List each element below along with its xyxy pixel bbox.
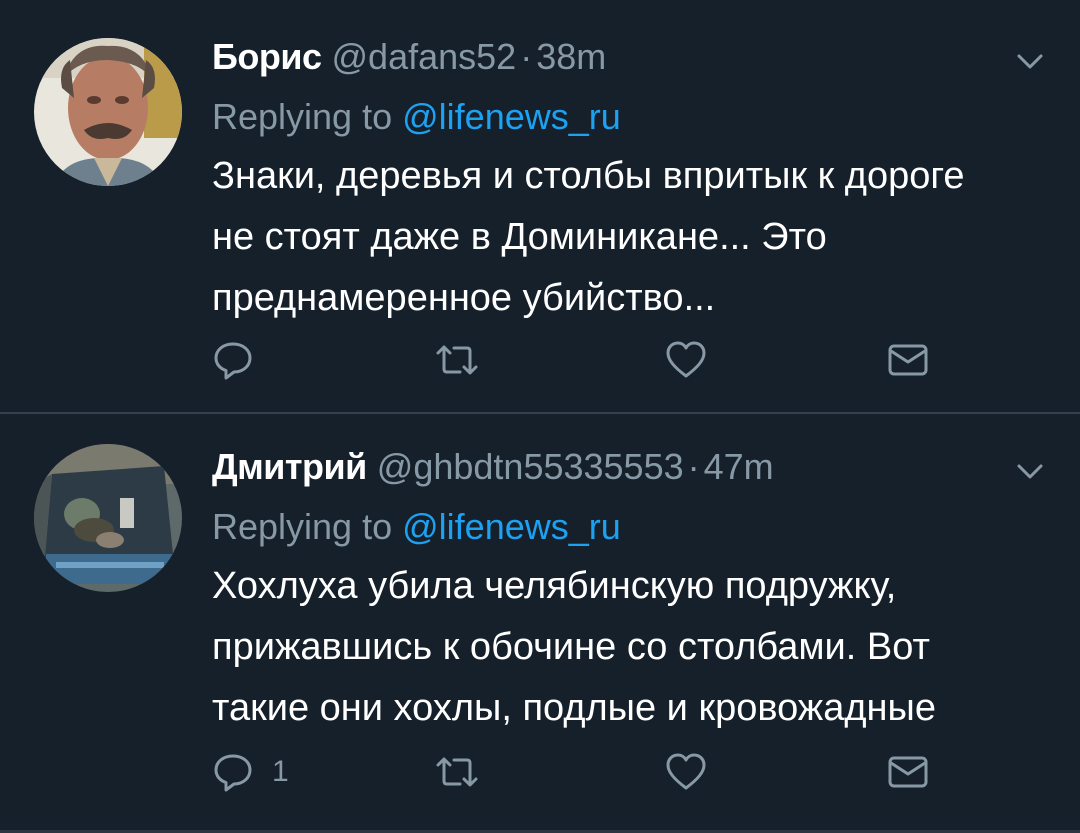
- author-name[interactable]: Борис: [212, 36, 322, 77]
- envelope-icon: [888, 344, 928, 376]
- separator-dot: ·: [687, 446, 700, 487]
- replying-label: Replying to: [212, 506, 393, 547]
- tweet-text-line: Хохлуха убила челябинскую подружку,: [212, 565, 897, 607]
- like-button[interactable]: [664, 750, 708, 794]
- timestamp[interactable]: 47m: [704, 446, 774, 487]
- reply-icon: [214, 342, 252, 380]
- avatar-photo: [34, 38, 182, 186]
- reply-button[interactable]: [212, 338, 254, 382]
- tweet-text: Знаки, деревья и столбы впритык к дороге…: [212, 146, 1062, 329]
- avatar-photo: [34, 444, 182, 592]
- tweet-header: Дмитрий @ghbdtn55335553 · 47m: [212, 444, 774, 490]
- tweet-text-line: прижавшись к обочине со столбами. Вот: [212, 626, 930, 668]
- tweet-header: Борис @dafans52 · 38m: [212, 34, 606, 80]
- tweet-text-line: такие они хохлы, подлые и кровожадные: [212, 687, 936, 729]
- timestamp[interactable]: 38m: [536, 36, 606, 77]
- replying-to: Replying to @lifenews_ru: [212, 94, 621, 140]
- chevron-down-icon[interactable]: [1014, 456, 1046, 488]
- like-button[interactable]: [664, 338, 708, 382]
- author-handle[interactable]: @ghbdtn55335553: [377, 446, 684, 487]
- heart-icon: [666, 753, 706, 790]
- separator-dot: ·: [520, 36, 533, 77]
- action-bar: 1: [212, 750, 942, 794]
- retweet-button[interactable]: [434, 338, 480, 382]
- tweet-text-line: Знаки, деревья и столбы впритык к дороге: [212, 155, 965, 197]
- tweet[interactable]: Борис @dafans52 · 38m Replying to @lifenews…: [0, 0, 1080, 412]
- mention-link[interactable]: @lifenews_ru: [402, 506, 621, 547]
- author-handle[interactable]: @dafans52: [332, 36, 517, 77]
- retweet-icon: [436, 345, 478, 375]
- envelope-icon: [888, 756, 928, 788]
- direct-message-button[interactable]: [886, 750, 930, 794]
- tweet-text: Хохлуха убила челябинскую подружку, приж…: [212, 556, 1062, 739]
- retweet-icon: [436, 757, 478, 787]
- avatar[interactable]: [34, 444, 182, 592]
- direct-message-button[interactable]: [886, 338, 930, 382]
- replying-to: Replying to @lifenews_ru: [212, 504, 621, 550]
- retweet-button[interactable]: [434, 750, 480, 794]
- chevron-down-icon[interactable]: [1014, 46, 1046, 78]
- tweet[interactable]: Дмитрий @ghbdtn55335553 · 47m Replying to @…: [0, 414, 1080, 830]
- reply-icon: [214, 754, 252, 792]
- author-name[interactable]: Дмитрий: [212, 446, 367, 487]
- heart-icon: [666, 341, 706, 378]
- action-bar: [212, 338, 942, 382]
- reply-count: 1: [272, 755, 289, 788]
- tweet-text-line: не стоят даже в Доминикане... Это: [212, 216, 827, 258]
- replying-label: Replying to: [212, 96, 393, 137]
- reply-button[interactable]: 1: [212, 750, 289, 794]
- tweet-text-line: преднамеренное убийство...: [212, 277, 716, 319]
- avatar[interactable]: [34, 38, 182, 186]
- mention-link[interactable]: @lifenews_ru: [402, 96, 621, 137]
